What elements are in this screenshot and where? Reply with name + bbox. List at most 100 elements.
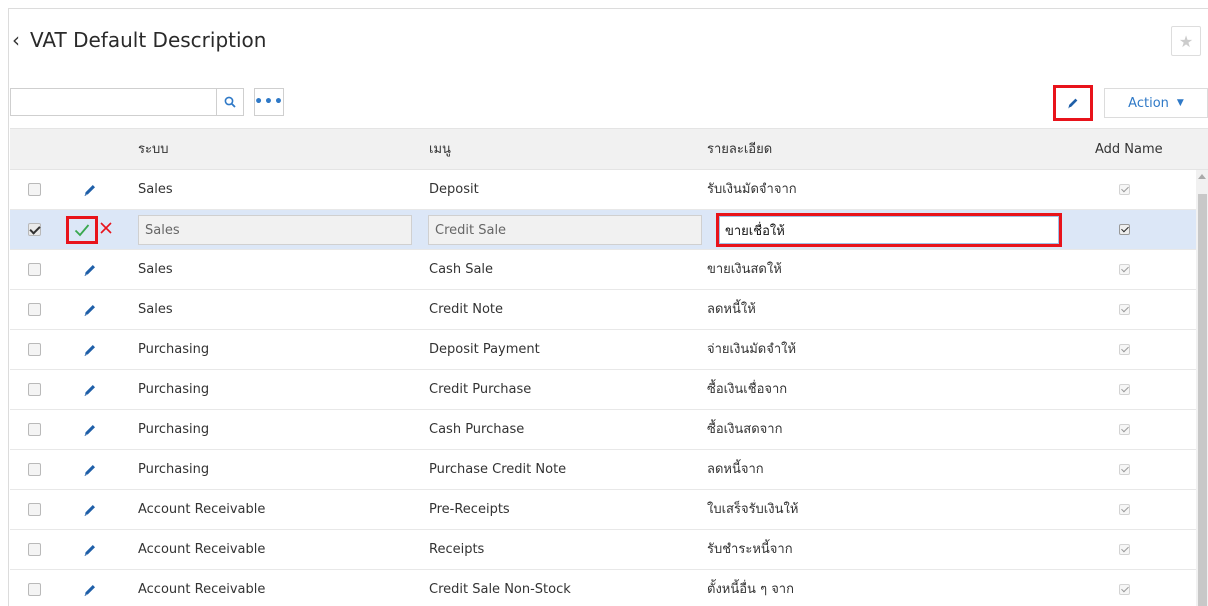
cell-system: Purchasing [138,462,210,477]
pencil-icon[interactable] [82,382,98,398]
pencil-icon [1068,98,1078,109]
row-select-checkbox[interactable] [28,343,41,356]
page-title: VAT Default Description [30,28,267,52]
pencil-icon[interactable] [82,502,98,518]
add-name-checkbox [1119,184,1130,195]
add-name-checkbox [1119,504,1130,515]
row-select-checkbox[interactable] [28,423,41,436]
row-select-checkbox[interactable] [28,583,41,596]
table-row[interactable]: Purchasing Credit Purchase ซื้อเงินเชื่อจา… [10,370,1208,410]
pencil-icon[interactable] [82,462,98,478]
favorite-star-button[interactable]: ★ [1171,26,1201,56]
more-options-button[interactable]: ••• [254,88,284,116]
cell-system: Purchasing [138,422,210,437]
table-row[interactable]: Sales Credit Note ลดหนี้ให้ [10,290,1208,330]
cell-detail: รับเงินมัดจำจาก [707,182,797,197]
row-select-checkbox[interactable] [28,303,41,316]
row-select-checkbox[interactable] [28,383,41,396]
edit-mode-button[interactable] [1053,85,1093,121]
add-name-checkbox [1119,424,1130,435]
cell-system: Sales [138,182,173,197]
row-select-checkbox[interactable] [28,503,41,516]
vat-description-table: ระบบ เมนู รายละเอียด Add Name Sales Depos… [10,128,1208,606]
cell-menu: Cash Purchase [429,422,525,437]
table-row[interactable]: Sales Deposit รับเงินมัดจำจาก [10,170,1208,210]
cell-menu: Credit Note [429,302,504,317]
column-header-menu[interactable]: เมนู [429,129,451,171]
pencil-icon[interactable] [82,422,98,438]
cell-menu: Receipts [429,542,485,557]
caret-down-icon: ▼ [1176,98,1184,108]
add-name-checkbox [1119,344,1130,355]
back-chevron-icon[interactable]: ‹ [12,30,20,50]
pencil-icon[interactable] [82,302,98,318]
action-dropdown-button[interactable]: Action ▼ [1104,88,1208,118]
column-header-add-name[interactable]: Add Name [1095,129,1163,171]
cell-detail: ลดหนี้จาก [707,462,764,477]
table-row[interactable]: Account Receivable Pre-Receipts ใบเสร็จรับ… [10,490,1208,530]
table-row[interactable]: Purchasing Cash Purchase ซื้อเงินสดจาก [10,410,1208,450]
more-icon: ••• [254,94,284,110]
add-name-checkbox [1119,264,1130,275]
scroll-up-arrow-icon[interactable] [1198,174,1206,179]
column-header-detail[interactable]: รายละเอียด [707,129,772,171]
cell-detail: ตั้งหนี้อื่น ๆ จาก [707,582,794,597]
star-icon: ★ [1178,31,1194,51]
table-row[interactable]: Purchasing Purchase Credit Note ลดหนี้จาก [10,450,1208,490]
action-label: Action [1128,95,1169,111]
cell-menu: Deposit Payment [429,342,540,357]
cell-menu: Credit Purchase [429,382,532,397]
row-select-checkbox[interactable] [28,543,41,556]
table-row[interactable] [10,210,1208,250]
cell-detail: รับชำระหนี้จาก [707,542,793,557]
pencil-icon[interactable] [82,582,98,598]
cell-detail: ซื้อเงินสดจาก [707,422,783,437]
cell-menu: Pre-Receipts [429,502,510,517]
system-input[interactable] [138,215,412,245]
pencil-icon[interactable] [82,542,98,558]
cell-detail: ซื้อเงินเชื่อจาก [707,382,788,397]
cancel-edit-button[interactable] [100,218,118,240]
scroll-thumb[interactable] [1198,194,1207,606]
menu-input[interactable] [428,215,702,245]
add-name-checkbox [1119,304,1130,315]
page-header: ‹ VAT Default Description [12,28,266,52]
cell-menu: Purchase Credit Note [429,462,567,477]
add-name-checkbox [1119,544,1130,555]
row-select-checkbox[interactable] [28,463,41,476]
cell-menu: Credit Sale Non-Stock [429,582,571,597]
table-row[interactable]: Purchasing Deposit Payment จ่ายเงินมัดจำให… [10,330,1208,370]
table-row[interactable]: Account Receivable Receipts รับชำระหนี้จาก [10,530,1208,570]
close-icon [100,222,112,234]
row-select-checkbox[interactable] [28,223,41,236]
cell-detail: ขายเงินสดให้ [707,262,782,277]
table-row[interactable]: Account Receivable Credit Sale Non-Stock ต… [10,570,1208,606]
cell-system: Sales [138,302,173,317]
add-name-checkbox [1119,464,1130,475]
cell-system: Account Receivable [138,542,266,557]
add-name-checkbox [1119,584,1130,595]
toolbar: ••• [10,88,284,116]
table-body: Sales Deposit รับเงินมัดจำจาก Sales Cash Sal… [10,170,1208,606]
cell-detail: จ่ายเงินมัดจำให้ [707,342,797,357]
column-header-system[interactable]: ระบบ [138,129,168,171]
detail-input[interactable] [716,213,1062,247]
cell-system: Purchasing [138,382,210,397]
search-button[interactable] [216,88,244,116]
cell-system: Account Receivable [138,582,266,597]
pencil-icon[interactable] [82,342,98,358]
add-name-checkbox [1119,384,1130,395]
cell-system: Account Receivable [138,502,266,517]
check-icon [74,224,90,237]
cell-detail: ใบเสร็จรับเงินให้ [707,502,799,517]
search-input[interactable] [10,88,216,116]
add-name-checkbox[interactable] [1119,224,1130,235]
row-select-checkbox[interactable] [28,263,41,276]
confirm-edit-button[interactable] [66,216,98,244]
pencil-icon[interactable] [82,182,98,198]
table-row[interactable]: Sales Cash Sale ขายเงินสดให้ [10,250,1208,290]
row-select-checkbox[interactable] [28,183,41,196]
pencil-icon[interactable] [82,262,98,278]
cell-menu: Deposit [429,182,479,197]
vertical-scrollbar[interactable] [1196,170,1208,606]
